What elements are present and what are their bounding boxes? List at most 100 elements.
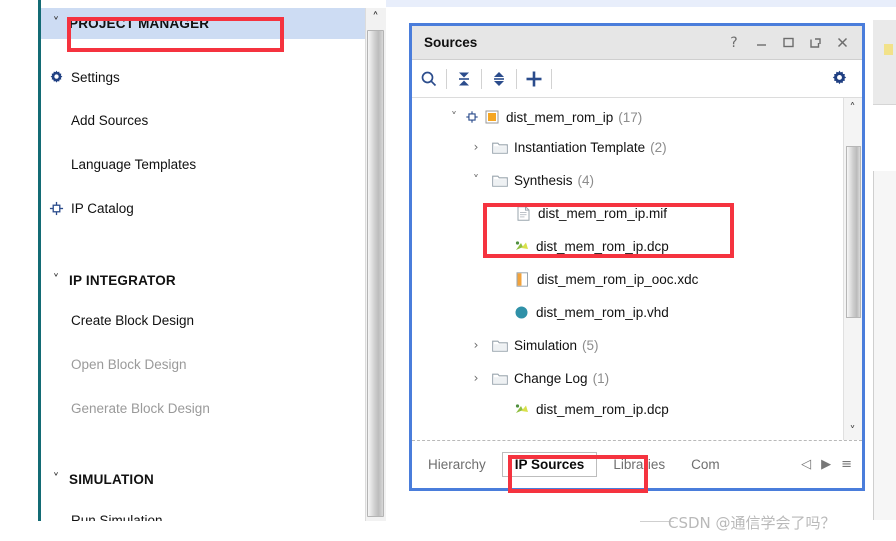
tab-ip-sources[interactable]: IP Sources xyxy=(501,452,598,477)
maximize-icon[interactable] xyxy=(781,36,795,50)
tab-compile-order[interactable]: Com xyxy=(681,453,730,476)
sidebar-scrollbar-thumb[interactable] xyxy=(367,30,384,517)
tree-row[interactable]: dist_mem_rom_ip.vhd xyxy=(412,297,862,327)
tab-hierarchy[interactable]: Hierarchy xyxy=(418,453,496,476)
expand-all-icon[interactable] xyxy=(482,60,516,98)
sidebar-item-open-block-design[interactable]: Open Block Design xyxy=(41,349,386,380)
help-icon[interactable]: ? xyxy=(727,36,741,50)
tree-label: dist_mem_rom_ip.mif xyxy=(538,205,668,221)
right-partial-panel-body xyxy=(873,105,896,171)
tree-count: (4) xyxy=(577,172,595,188)
gear-icon xyxy=(41,70,71,85)
settings-gear-icon[interactable] xyxy=(822,60,856,98)
collapse-all-icon[interactable] xyxy=(447,60,481,98)
folder-icon xyxy=(490,337,509,353)
sources-tree[interactable]: ˅ dist_mem_rom_ip (17) › Instantiation T… xyxy=(412,98,862,440)
tree-label: dist_mem_rom_ip.dcp xyxy=(536,238,669,254)
tree-count: (5) xyxy=(582,337,599,353)
search-icon[interactable] xyxy=(412,60,446,98)
sidebar-section-ip-integrator[interactable]: ˅ IP INTEGRATOR xyxy=(41,265,386,296)
chevron-right-icon[interactable]: › xyxy=(468,139,484,155)
sidebar-item-label: Run Simulation xyxy=(71,513,163,521)
sidebar-item-add-sources[interactable]: Add Sources xyxy=(41,105,386,136)
tree-row[interactable]: › Simulation (5) xyxy=(412,330,862,360)
sources-tab-bar: Hierarchy IP Sources Libraries Com ◁ ▶ ≡ xyxy=(412,440,862,488)
chevron-down-icon: ˅ xyxy=(52,273,60,288)
chevron-down-icon: ˅ xyxy=(52,472,60,487)
tree-scroll-down-icon[interactable]: ˅ xyxy=(843,421,862,440)
top-background-strip xyxy=(386,0,896,7)
sidebar-item-label: Create Block Design xyxy=(71,313,195,328)
orange-square-icon xyxy=(482,109,501,125)
dcp-checkpoint-icon xyxy=(512,401,531,417)
tree-label: Change Log xyxy=(514,370,588,386)
tree-scroll-up-icon[interactable]: ˄ xyxy=(843,98,862,117)
sidebar-item-run-simulation[interactable]: Run Simulation xyxy=(41,505,386,521)
chevron-right-icon[interactable]: › xyxy=(468,337,484,353)
tree-label: Instantiation Template xyxy=(514,139,646,155)
tree-row[interactable]: dist_mem_rom_ip_ooc.xdc xyxy=(412,264,862,294)
watermark-text: CSDN @通信学会了吗？ xyxy=(668,514,836,532)
tree-row[interactable]: › Change Log (1) xyxy=(412,363,862,393)
folder-icon xyxy=(490,139,509,155)
sidebar-item-ip-catalog[interactable]: IP Catalog xyxy=(41,193,386,224)
right-partial-panel-highlight xyxy=(884,44,893,55)
sidebar-item-generate-block-design[interactable]: Generate Block Design xyxy=(41,393,386,424)
vhdl-file-icon xyxy=(512,304,531,320)
tree-label: dist_mem_rom_ip.dcp xyxy=(536,401,669,417)
tree-count: (2) xyxy=(650,139,667,155)
sidebar-section-project-manager[interactable]: ˅ PROJECT MANAGER xyxy=(41,8,386,39)
tree-label: dist_mem_rom_ip xyxy=(506,109,614,125)
flow-navigator-sidebar[interactable]: ˅ PROJECT MANAGER Settings Add Sources L… xyxy=(38,0,386,521)
tree-scrollbar-thumb[interactable] xyxy=(846,146,861,318)
float-icon[interactable] xyxy=(808,36,822,50)
sources-toolbar xyxy=(412,60,862,98)
tree-label: Simulation xyxy=(514,337,578,353)
close-icon[interactable] xyxy=(835,36,849,50)
sidebar-item-label: Generate Block Design xyxy=(71,401,210,416)
folder-icon xyxy=(490,370,509,386)
sidebar-item-label: Language Templates xyxy=(71,157,197,172)
sidebar-item-label: Add Sources xyxy=(71,113,149,128)
sidebar-item-settings[interactable]: Settings xyxy=(41,62,386,93)
right-partial-panel-header xyxy=(873,20,896,105)
chevron-down-icon[interactable]: ˅ xyxy=(468,172,484,188)
sidebar-item-create-block-design[interactable]: Create Block Design xyxy=(41,305,386,336)
tree-label: dist_mem_rom_ip.vhd xyxy=(536,304,669,320)
sidebar-scroll-up-icon[interactable]: ˄ xyxy=(365,8,386,28)
tree-label: dist_mem_rom_ip_ooc.xdc xyxy=(537,271,699,287)
sidebar-section-label: SIMULATION xyxy=(69,472,154,487)
sidebar-item-label: Open Block Design xyxy=(71,357,187,372)
ip-catalog-icon xyxy=(41,201,71,216)
tab-scroll-left-icon[interactable]: ◁ xyxy=(801,458,811,471)
tree-count: (17) xyxy=(618,109,643,125)
tree-label: Synthesis xyxy=(514,172,573,188)
sidebar-section-label: PROJECT MANAGER xyxy=(69,16,210,31)
screenshot-root: ˅ PROJECT MANAGER Settings Add Sources L… xyxy=(0,0,896,541)
add-sources-icon[interactable] xyxy=(517,60,551,98)
tab-menu-icon[interactable]: ≡ xyxy=(841,458,852,471)
sources-titlebar: Sources ? xyxy=(412,26,862,60)
sidebar-item-label: Settings xyxy=(71,70,120,85)
panel-title: Sources xyxy=(424,35,478,50)
sidebar-section-simulation[interactable]: ˅ SIMULATION xyxy=(41,464,386,495)
chevron-down-icon[interactable]: ˅ xyxy=(446,109,462,125)
tree-row[interactable]: ˅ Synthesis (4) xyxy=(412,165,862,195)
tab-navigation: ◁ ▶ ≡ xyxy=(801,458,862,471)
sidebar-item-language-templates[interactable]: Language Templates xyxy=(41,149,386,180)
minimize-icon[interactable] xyxy=(754,36,768,50)
sidebar-item-label: IP Catalog xyxy=(71,201,134,216)
tab-libraries[interactable]: Libraries xyxy=(603,453,675,476)
tree-row[interactable]: dist_mem_rom_ip.mif xyxy=(412,198,862,228)
tab-scroll-right-icon[interactable]: ▶ xyxy=(821,458,831,471)
dcp-checkpoint-icon xyxy=(512,238,531,254)
chevron-right-icon[interactable]: › xyxy=(468,370,484,386)
tree-row[interactable]: › Instantiation Template (2) xyxy=(412,132,862,162)
text-file-icon xyxy=(514,205,533,221)
sources-panel: Sources ? ˅ dist_mem_rom_ip (17) › Insta… xyxy=(409,23,865,491)
tree-row[interactable]: ˅ dist_mem_rom_ip (17) xyxy=(412,102,862,132)
tree-row[interactable]: dist_mem_rom_ip.dcp xyxy=(412,231,862,261)
tree-row[interactable]: dist_mem_rom_ip.dcp xyxy=(412,394,862,424)
ip-core-icon xyxy=(462,109,481,125)
folder-icon xyxy=(490,172,509,188)
